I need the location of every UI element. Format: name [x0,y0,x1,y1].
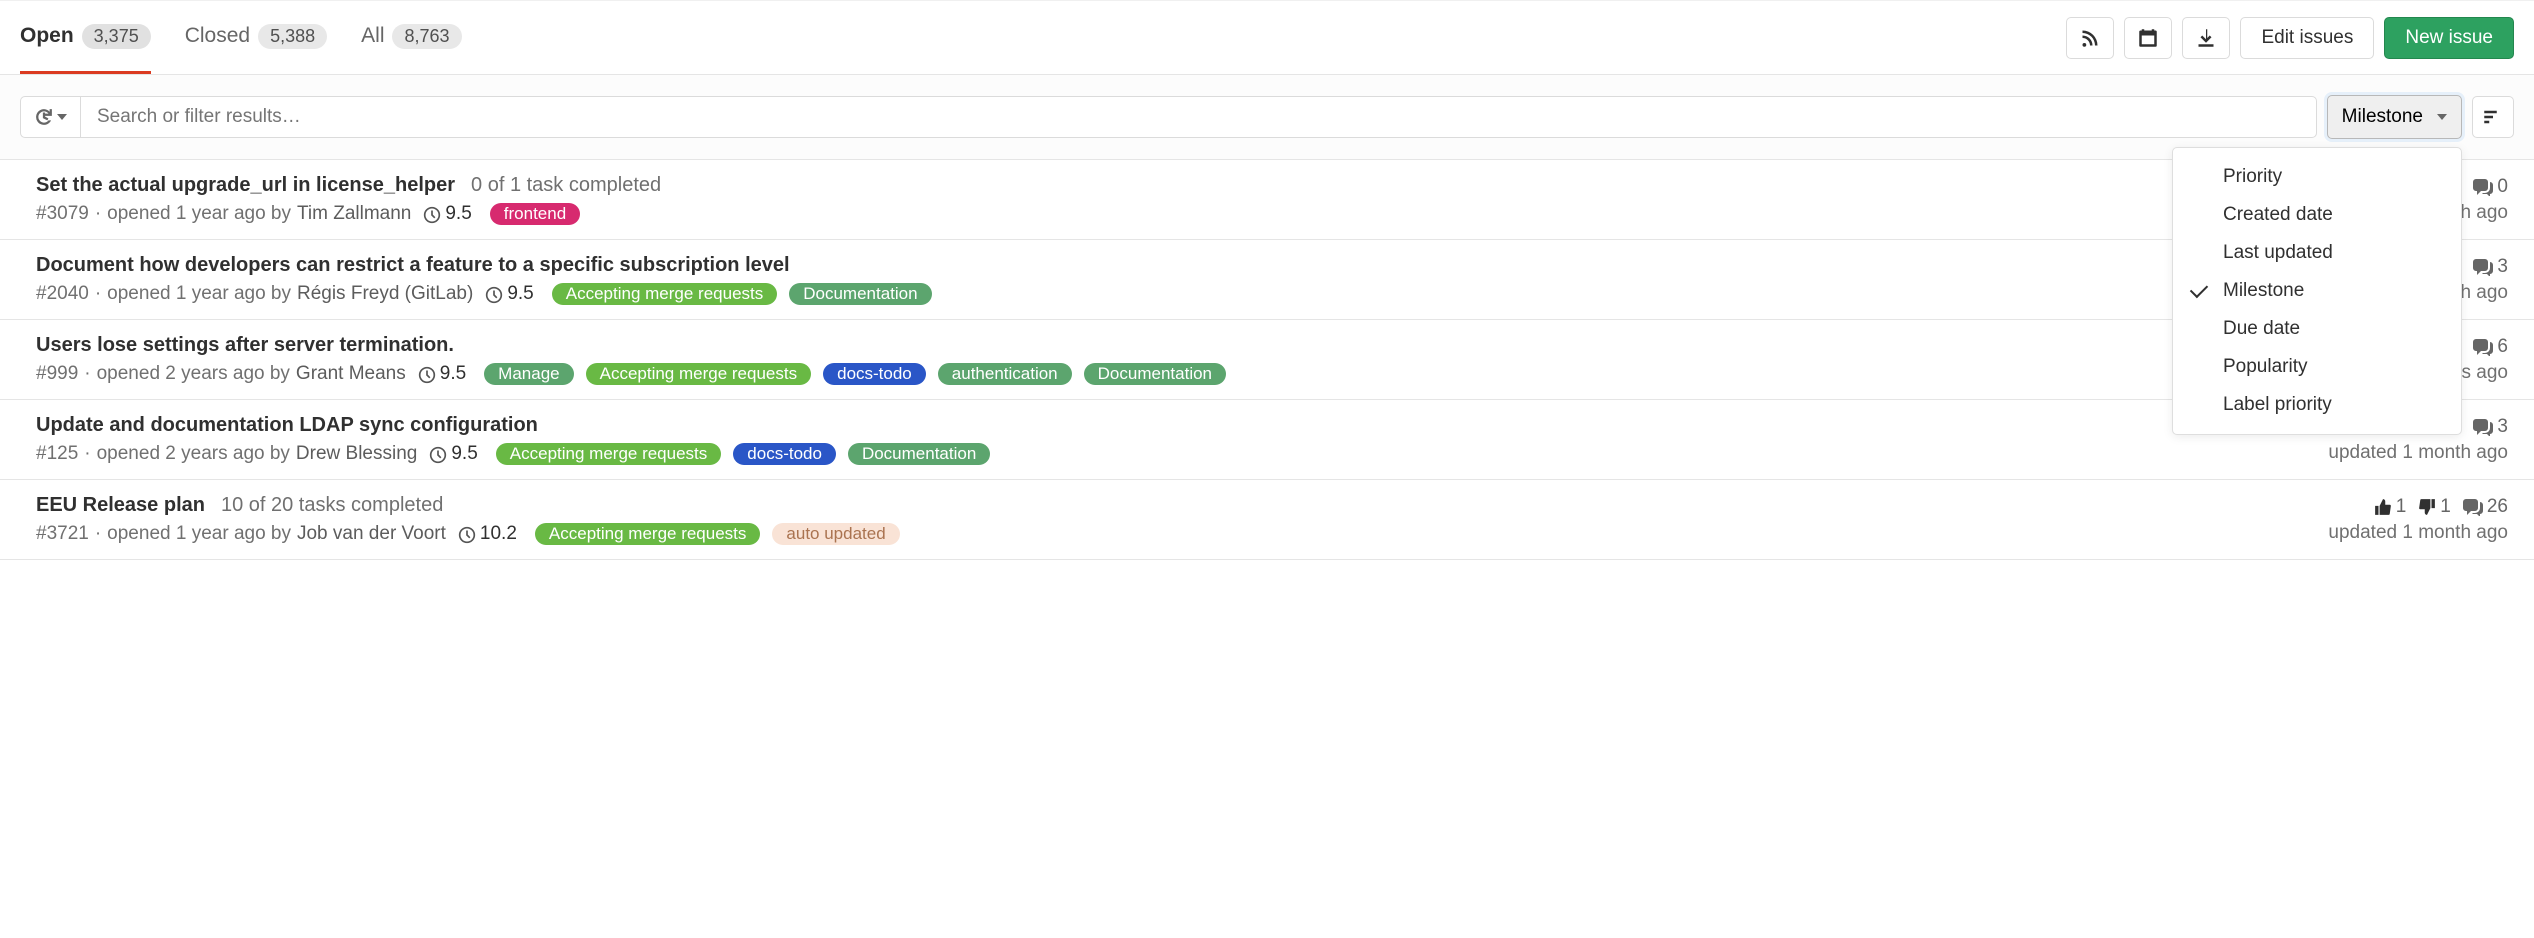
sort-dropdown-button[interactable]: Milestone [2327,95,2462,139]
comments-count[interactable]: 0 [2473,176,2508,198]
search-history-button[interactable] [20,96,80,138]
issue-meta: #3079 · opened 1 year ago by Tim Zallman… [36,203,661,225]
issue-title-link[interactable]: Document how developers can restrict a f… [36,254,790,277]
comments-count[interactable]: 3 [2473,416,2508,438]
issue-label[interactable]: Documentation [1084,363,1226,385]
sort-dropdown-menu: PriorityCreated dateLast updatedMileston… [2172,147,2462,435]
issue-title-link[interactable]: Users lose settings after server termina… [36,334,454,357]
issue-row: Update and documentation LDAP sync confi… [0,400,2534,480]
toolbar-actions: Edit issues New issue [2066,17,2514,59]
issue-row: Document how developers can restrict a f… [0,240,2534,320]
issue-id: #2040 [36,283,89,305]
rss-button[interactable] [2066,17,2114,59]
sort-option-label-priority[interactable]: Label priority [2173,386,2461,424]
issue-label[interactable]: docs-todo [733,443,836,465]
issue-title-link[interactable]: Update and documentation LDAP sync confi… [36,414,538,437]
issue-label[interactable]: Accepting merge requests [496,443,722,465]
issue-label[interactable]: frontend [490,203,580,225]
sort-option-due-date[interactable]: Due date [2173,310,2461,348]
history-icon [35,108,53,126]
download-icon [2196,28,2216,48]
edit-issues-button[interactable]: Edit issues [2240,17,2374,59]
issue-label[interactable]: docs-todo [823,363,926,385]
tab-open-count: 3,375 [82,24,151,49]
issue-title-link[interactable]: EEU Release plan [36,494,205,517]
issue-milestone[interactable]: 10.2 [458,523,517,545]
issue-milestone[interactable]: 9.5 [423,203,471,225]
issue-id: #3079 [36,203,89,225]
comments-count[interactable]: 3 [2473,256,2508,278]
issue-row: EEU Release plan 10 of 20 tasks complete… [0,480,2534,560]
upvotes: 1 [2374,496,2407,518]
state-tabs: Open 3,375 Closed 5,388 All 8,763 [20,1,462,74]
sort-option-created-date[interactable]: Created date [2173,196,2461,234]
issue-updated: updated 1 month ago [2328,442,2508,464]
new-issue-button[interactable]: New issue [2384,17,2514,59]
comments-count[interactable]: 6 [2473,336,2508,358]
issue-label[interactable]: Accepting merge requests [552,283,778,305]
sort-direction-button[interactable] [2472,96,2514,138]
issue-id: #3721 [36,523,89,545]
calendar-icon [2138,28,2158,48]
downvotes: 1 [2418,496,2451,518]
sort-option-popularity[interactable]: Popularity [2173,348,2461,386]
sort-current-label: Milestone [2342,106,2423,128]
issue-author[interactable]: Tim Zallmann [297,203,411,225]
task-progress: 0 of 1 task completed [471,174,661,197]
issue-label[interactable]: Documentation [789,283,931,305]
chevron-down-icon [57,114,67,120]
issue-meta: #999 · opened 2 years ago by Grant Means… [36,363,1226,385]
tab-closed-label: Closed [185,24,250,48]
sort-option-last-updated[interactable]: Last updated [2173,234,2461,272]
issue-id: #125 [36,443,78,465]
issue-meta: #2040 · opened 1 year ago by Régis Freyd… [36,283,932,305]
issue-label[interactable]: Documentation [848,443,990,465]
export-button[interactable] [2182,17,2230,59]
issue-row: Set the actual upgrade_url in license_he… [0,160,2534,240]
calendar-button[interactable] [2124,17,2172,59]
chevron-down-icon [2437,114,2447,120]
tab-all-count: 8,763 [392,24,461,49]
issue-id: #999 [36,363,78,385]
issue-author[interactable]: Régis Freyd (GitLab) [297,283,473,305]
issue-milestone[interactable]: 9.5 [485,283,533,305]
issue-label[interactable]: Accepting merge requests [535,523,761,545]
search-input[interactable] [80,96,2317,138]
tab-closed[interactable]: Closed 5,388 [185,1,327,74]
issue-row: Users lose settings after server termina… [0,320,2534,400]
sort-ascending-icon [2483,107,2503,127]
filter-row: Milestone PriorityCreated dateLast updat… [0,75,2534,160]
sort-option-milestone[interactable]: Milestone [2173,272,2461,310]
issue-milestone[interactable]: 9.5 [418,363,466,385]
comments-count[interactable]: 26 [2463,496,2508,518]
tab-closed-count: 5,388 [258,24,327,49]
tab-all-label: All [361,24,384,48]
issue-label[interactable]: authentication [938,363,1072,385]
issue-milestone[interactable]: 9.5 [429,443,477,465]
tab-all[interactable]: All 8,763 [361,1,461,74]
rss-icon [2080,28,2100,48]
issue-author[interactable]: Job van der Voort [297,523,446,545]
tab-open-label: Open [20,24,74,48]
issue-meta: #125 · opened 2 years ago by Drew Blessi… [36,443,990,465]
sort-option-priority[interactable]: Priority [2173,158,2461,196]
issue-author[interactable]: Grant Means [296,363,406,385]
issue-meta: #3721 · opened 1 year ago by Job van der… [36,523,900,545]
task-progress: 10 of 20 tasks completed [221,494,443,517]
issue-title-link[interactable]: Set the actual upgrade_url in license_he… [36,174,455,197]
issue-author[interactable]: Drew Blessing [296,443,417,465]
issues-topbar: Open 3,375 Closed 5,388 All 8,763 Edit i [0,0,2534,75]
issue-label[interactable]: auto updated [772,523,899,545]
issue-label[interactable]: Manage [484,363,573,385]
tab-open[interactable]: Open 3,375 [20,1,151,74]
issues-list: Set the actual upgrade_url in license_he… [0,160,2534,560]
issue-updated: updated 1 month ago [2328,522,2508,544]
issue-label[interactable]: Accepting merge requests [586,363,812,385]
